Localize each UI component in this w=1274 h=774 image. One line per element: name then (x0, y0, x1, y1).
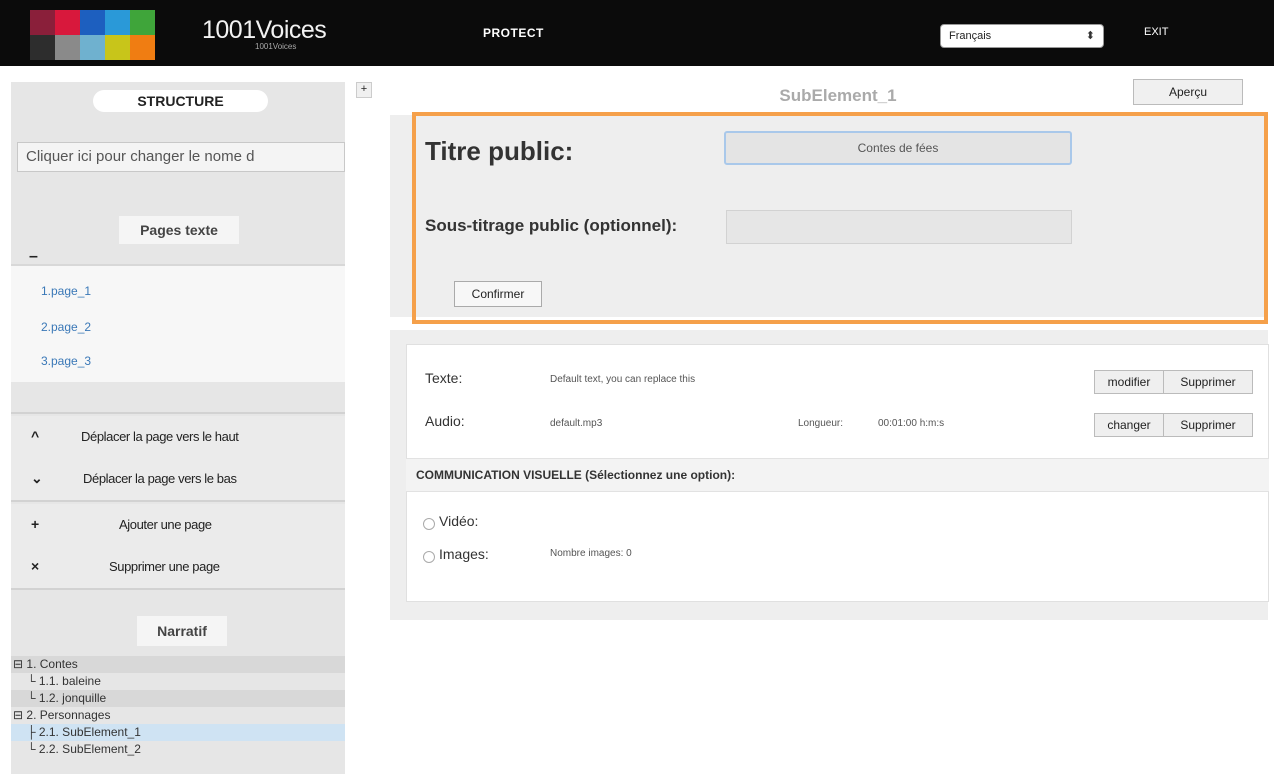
logo-tile (55, 10, 80, 35)
public-title-label: Titre public: (425, 136, 574, 166)
structure-heading: STRUCTURE (93, 90, 268, 112)
modify-text-button[interactable]: modifier (1094, 370, 1164, 394)
narratif-heading: Narratif (137, 616, 227, 646)
logo-tile (130, 35, 155, 60)
protect-menu[interactable]: PROTECT (483, 26, 544, 40)
logo-tile (30, 10, 55, 35)
preview-button[interactable]: Aperçu (1133, 79, 1243, 105)
confirm-button[interactable]: Confirmer (454, 281, 542, 307)
tree-node[interactable]: └ 1.2. jonquille (11, 690, 345, 707)
tree-node[interactable]: └ 2.2. SubElement_2 (11, 741, 345, 758)
logo-tile (105, 35, 130, 60)
video-radio[interactable] (423, 518, 435, 530)
action-label: Déplacer la page vers le bas (83, 471, 237, 486)
tree-node[interactable]: ⊟ 1. Contes (11, 656, 345, 673)
public-subtitle-input[interactable] (726, 210, 1072, 244)
action-label: Supprimer une page (109, 559, 220, 574)
logo-tile (30, 35, 55, 60)
divider (11, 412, 345, 414)
pages-texte-heading: Pages texte (119, 216, 239, 244)
tree-node[interactable]: ⊟ 2. Personnages (11, 707, 345, 724)
logo-tile (55, 35, 80, 60)
exit-button[interactable]: EXIT (1144, 26, 1168, 38)
images-label: Images: (439, 546, 489, 562)
divider (11, 588, 345, 590)
video-label: Vidéo: (439, 513, 479, 529)
page-list: 1.page_1 2.page_2 3.page_3 (11, 264, 345, 382)
page-link[interactable]: 2.page_2 (41, 320, 91, 334)
delete-page-button[interactable]: × Supprimer une page (11, 546, 345, 588)
move-page-down-button[interactable]: ⌄ Déplacer la page vers le bas (11, 458, 345, 500)
sidebar: STRUCTURE Cliquer ici pour changer le no… (11, 82, 345, 774)
logo-tile (105, 10, 130, 35)
texte-label: Texte: (425, 370, 463, 386)
sidebar-toggle-button[interactable]: + (356, 82, 372, 98)
logo-subtext: 1001Voices (255, 42, 297, 51)
delete-text-button[interactable]: Supprimer (1163, 370, 1253, 394)
visual-communication-header: COMMUNICATION VISUELLE (Sélectionnez une… (406, 458, 1269, 492)
divider (11, 500, 345, 502)
logo-tile (80, 35, 105, 60)
audio-value: default.mp3 (550, 418, 603, 429)
chevron-down-icon: ⌄ (31, 470, 43, 486)
add-page-button[interactable]: + Ajouter une page (11, 504, 345, 546)
logo-tile (130, 10, 155, 35)
top-bar: 1001Voices 1001Voices PROTECT Français ⬍… (0, 0, 1274, 66)
logo-tile (80, 10, 105, 35)
page-title: SubElement_1 (779, 86, 897, 105)
length-label: Longueur: (798, 418, 844, 429)
delete-audio-button[interactable]: Supprimer (1163, 413, 1253, 437)
select-arrows-icon: ⬍ (1085, 30, 1095, 42)
chevron-up-icon: ^ (31, 428, 40, 444)
images-count: Nombre images: 0 (550, 548, 632, 559)
logo-tiles (30, 10, 180, 60)
tree-node[interactable]: └ 1.1. baleine (11, 673, 345, 690)
change-audio-button[interactable]: changer (1094, 413, 1164, 437)
language-value: Français (949, 30, 992, 42)
action-label: Ajouter une page (119, 517, 212, 532)
move-page-up-button[interactable]: ^ Déplacer la page vers le haut (11, 416, 345, 458)
close-icon: × (31, 558, 40, 574)
images-radio[interactable] (423, 551, 435, 563)
action-label: Déplacer la page vers le haut (81, 429, 239, 444)
name-field[interactable]: Cliquer ici pour changer le nome d (17, 142, 345, 172)
plus-icon: + (31, 516, 40, 532)
logo-text: 1001Voices (202, 16, 327, 44)
public-title-input[interactable]: Contes de fées (724, 131, 1072, 165)
tree-node-selected[interactable]: ├ 2.1. SubElement_1 (11, 724, 345, 741)
audio-label: Audio: (425, 413, 465, 429)
public-subtitle-label: Sous-titrage public (optionnel): (425, 216, 678, 235)
length-value: 00:01:00 h:m:s (878, 418, 945, 429)
page-link[interactable]: 1.page_1 (41, 284, 91, 298)
language-select[interactable]: Français ⬍ (940, 24, 1104, 48)
page-link[interactable]: 3.page_3 (41, 354, 91, 368)
texte-value: Default text, you can replace this (550, 374, 696, 385)
